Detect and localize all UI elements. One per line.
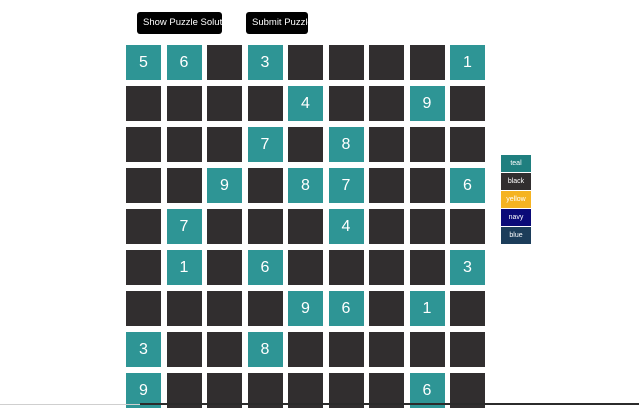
grid-cell[interactable] bbox=[409, 168, 445, 203]
grid-cell[interactable] bbox=[369, 127, 404, 162]
grid-cell[interactable] bbox=[126, 127, 161, 162]
grid-cell[interactable] bbox=[369, 332, 404, 367]
grid-cell[interactable] bbox=[207, 250, 242, 285]
grid-cell[interactable] bbox=[369, 209, 404, 244]
grid-cell[interactable]: 1 bbox=[166, 250, 202, 285]
grid-cell[interactable] bbox=[166, 86, 202, 121]
grid-cell[interactable] bbox=[207, 291, 242, 326]
grid-cell[interactable] bbox=[450, 209, 485, 244]
grid-cell[interactable]: 1 bbox=[409, 291, 445, 326]
grid-cell[interactable]: 8 bbox=[288, 168, 323, 203]
bottom-divider-light bbox=[0, 404, 140, 405]
grid-cell[interactable] bbox=[207, 86, 242, 121]
grid-cell[interactable] bbox=[369, 250, 404, 285]
grid-cell[interactable] bbox=[328, 45, 364, 80]
grid-cell[interactable] bbox=[247, 291, 283, 326]
grid-cell[interactable] bbox=[288, 250, 323, 285]
grid-cell[interactable]: 9 bbox=[288, 291, 323, 326]
grid-cell[interactable] bbox=[126, 86, 161, 121]
bottom-divider bbox=[140, 403, 639, 405]
grid-cell[interactable] bbox=[409, 127, 445, 162]
grid-cell[interactable] bbox=[126, 250, 161, 285]
grid-cell[interactable]: 1 bbox=[450, 45, 485, 80]
grid-cell[interactable] bbox=[126, 291, 161, 326]
grid-cell[interactable] bbox=[409, 332, 445, 367]
grid-cell[interactable] bbox=[409, 45, 445, 80]
grid-cell[interactable] bbox=[126, 209, 161, 244]
grid-cell[interactable] bbox=[369, 291, 404, 326]
grid-cell[interactable] bbox=[247, 209, 283, 244]
grid-cell[interactable] bbox=[450, 291, 485, 326]
color-swatch-yellow[interactable]: yellow bbox=[501, 191, 531, 208]
grid-cell[interactable]: 3 bbox=[247, 45, 283, 80]
grid-cell[interactable]: 8 bbox=[328, 127, 364, 162]
grid-cell[interactable] bbox=[328, 250, 364, 285]
color-swatch-black[interactable]: black bbox=[501, 173, 531, 190]
puzzle-grid: 563149789876741639613896 bbox=[126, 45, 485, 408]
grid-cell[interactable]: 3 bbox=[126, 332, 161, 367]
grid-cell[interactable] bbox=[207, 45, 242, 80]
grid-cell[interactable]: 9 bbox=[409, 86, 445, 121]
submit-puzzle-button[interactable]: Submit Puzzle bbox=[246, 12, 313, 34]
grid-cell[interactable] bbox=[369, 45, 404, 80]
grid-cell[interactable]: 6 bbox=[247, 250, 283, 285]
grid-cell[interactable] bbox=[288, 332, 323, 367]
grid-cell[interactable] bbox=[288, 45, 323, 80]
grid-cell[interactable] bbox=[450, 127, 485, 162]
color-swatch-teal[interactable]: teal bbox=[501, 155, 531, 172]
grid-cell[interactable]: 5 bbox=[126, 45, 161, 80]
grid-cell[interactable] bbox=[369, 86, 404, 121]
grid-cell[interactable]: 6 bbox=[450, 168, 485, 203]
grid-cell[interactable]: 4 bbox=[328, 209, 364, 244]
grid-cell[interactable]: 6 bbox=[328, 291, 364, 326]
grid-cell[interactable] bbox=[166, 127, 202, 162]
grid-cell[interactable]: 7 bbox=[166, 209, 202, 244]
grid-cell[interactable] bbox=[450, 332, 485, 367]
color-swatch-navy[interactable]: navy bbox=[501, 209, 531, 226]
grid-cell[interactable] bbox=[450, 86, 485, 121]
grid-cell[interactable] bbox=[409, 250, 445, 285]
grid-cell[interactable] bbox=[166, 332, 202, 367]
grid-cell[interactable] bbox=[207, 332, 242, 367]
grid-cell[interactable]: 4 bbox=[288, 86, 323, 121]
grid-cell[interactable] bbox=[328, 332, 364, 367]
grid-cell[interactable] bbox=[328, 86, 364, 121]
grid-cell[interactable] bbox=[288, 127, 323, 162]
grid-cell[interactable]: 8 bbox=[247, 332, 283, 367]
grid-cell[interactable] bbox=[166, 168, 202, 203]
grid-cell[interactable] bbox=[369, 168, 404, 203]
grid-cell[interactable] bbox=[247, 168, 283, 203]
grid-cell[interactable]: 7 bbox=[328, 168, 364, 203]
color-palette: teal black yellow navy blue bbox=[501, 155, 531, 245]
grid-cell[interactable]: 3 bbox=[450, 250, 485, 285]
grid-cell[interactable] bbox=[166, 291, 202, 326]
grid-cell[interactable]: 7 bbox=[247, 127, 283, 162]
grid-cell[interactable] bbox=[207, 209, 242, 244]
show-puzzle-solution-button[interactable]: Show Puzzle Solution bbox=[137, 12, 235, 34]
grid-cell[interactable]: 9 bbox=[207, 168, 242, 203]
grid-cell[interactable] bbox=[409, 209, 445, 244]
toolbar: Show Puzzle Solution Submit Puzzle bbox=[137, 12, 313, 34]
grid-cell[interactable] bbox=[207, 127, 242, 162]
grid-cell[interactable] bbox=[126, 168, 161, 203]
grid-cell[interactable] bbox=[247, 86, 283, 121]
grid-cell[interactable]: 6 bbox=[166, 45, 202, 80]
color-swatch-blue[interactable]: blue bbox=[501, 227, 531, 244]
grid-cell[interactable] bbox=[288, 209, 323, 244]
